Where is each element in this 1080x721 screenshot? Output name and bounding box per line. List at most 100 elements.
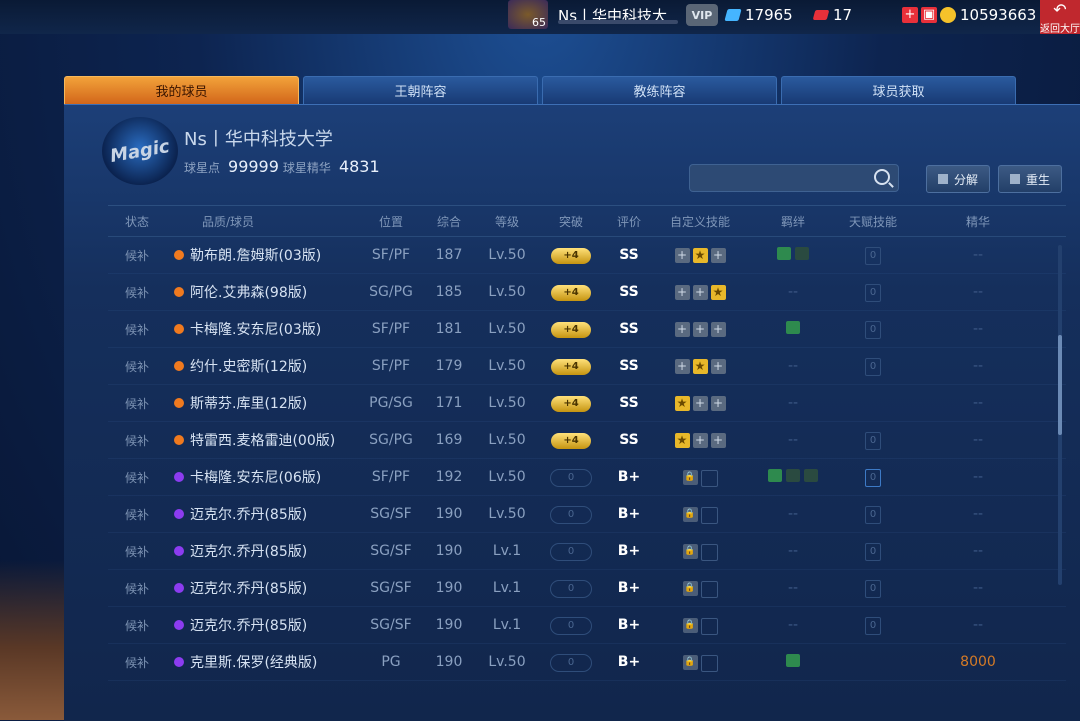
- col-talent[interactable]: 天赋技能: [838, 213, 908, 230]
- player-name[interactable]: 迈克尔.乔丹(85版): [190, 578, 307, 598]
- bond-icon[interactable]: [795, 246, 809, 260]
- player-name[interactable]: 克里斯.保罗(经典版): [190, 652, 317, 672]
- decompose-button[interactable]: 分解: [926, 165, 990, 193]
- add-skill-icon[interactable]: +: [692, 285, 708, 300]
- player-name[interactable]: 约什.史密斯(12版): [190, 356, 307, 376]
- add-skill-icon[interactable]: +: [692, 396, 708, 411]
- col-level[interactable]: 等级: [478, 213, 536, 230]
- table-row[interactable]: 候补 约什.史密斯(12版) SF/PF 179 Lv.50 +4 SS + ★ + -- 0 --: [108, 348, 1066, 385]
- table-row[interactable]: 候补 特雷西.麦格雷迪(00版) SG/PG 169 Lv.50 +4 SS ★ + + -- 0 --: [108, 422, 1066, 459]
- empty-skill-slot[interactable]: [700, 470, 718, 487]
- add-skill-icon[interactable]: +: [710, 396, 726, 411]
- table-row[interactable]: 候补 阿伦.艾弗森(98版) SG/PG 185 Lv.50 +4 SS + + ★ -- 0 --: [108, 274, 1066, 311]
- add-skill-icon[interactable]: +: [674, 359, 690, 374]
- empty-skill-slot[interactable]: [700, 581, 718, 598]
- player-cell[interactable]: 特雷西.麦格雷迪(00版): [166, 430, 362, 450]
- vip-badge[interactable]: VIP: [686, 4, 718, 26]
- add-skill-icon[interactable]: +: [710, 359, 726, 374]
- skill-star-icon[interactable]: ★: [674, 433, 690, 448]
- lock-icon[interactable]: 🔒: [682, 544, 698, 559]
- tab-my-players[interactable]: 我的球员: [64, 76, 299, 104]
- player-name[interactable]: 迈克尔.乔丹(85版): [190, 541, 307, 561]
- player-name[interactable]: 阿伦.艾弗森(98版): [190, 282, 307, 302]
- breakthrough-badge[interactable]: 0: [550, 542, 592, 561]
- player-cell[interactable]: 克里斯.保罗(经典版): [166, 652, 362, 672]
- col-breakthrough[interactable]: 突破: [536, 213, 606, 230]
- skill-star-icon[interactable]: ★: [674, 396, 690, 411]
- col-overall[interactable]: 综合: [420, 213, 478, 230]
- add-skill-icon[interactable]: +: [674, 248, 690, 263]
- breakthrough-badge[interactable]: +4: [551, 285, 591, 301]
- table-row[interactable]: 候补 克里斯.保罗(经典版) PG 190 Lv.50 0 B+ 🔒 8000: [108, 644, 1066, 681]
- player-name[interactable]: 迈克尔.乔丹(85版): [190, 615, 307, 635]
- breakthrough-badge[interactable]: +4: [551, 396, 591, 412]
- bond-icon[interactable]: [777, 246, 791, 260]
- back-to-lobby-button[interactable]: ↶ 返回大厅: [1040, 0, 1080, 35]
- avatar[interactable]: 65: [508, 0, 548, 29]
- empty-skill-slot[interactable]: [700, 507, 718, 524]
- talent-slot[interactable]: 0: [865, 579, 881, 598]
- talent-slot[interactable]: 0: [865, 468, 881, 487]
- talent-slot[interactable]: 0: [865, 431, 881, 450]
- player-name[interactable]: 特雷西.麦格雷迪(00版): [190, 430, 335, 450]
- add-skill-icon[interactable]: +: [692, 433, 708, 448]
- breakthrough-badge[interactable]: 0: [550, 653, 592, 672]
- add-skill-icon[interactable]: +: [692, 322, 708, 337]
- col-status[interactable]: 状态: [108, 213, 166, 230]
- search-input[interactable]: [689, 164, 899, 192]
- talent-slot[interactable]: 0: [865, 505, 881, 524]
- player-cell[interactable]: 迈克尔.乔丹(85版): [166, 615, 362, 635]
- breakthrough-badge[interactable]: +4: [551, 322, 591, 338]
- player-cell[interactable]: 迈克尔.乔丹(85版): [166, 578, 362, 598]
- talent-slot[interactable]: 0: [865, 542, 881, 561]
- coin-shop-icon[interactable]: ▣: [921, 7, 937, 23]
- col-essence[interactable]: 精华: [908, 213, 1048, 230]
- player-name[interactable]: 迈克尔.乔丹(85版): [190, 504, 307, 524]
- breakthrough-badge[interactable]: +4: [551, 359, 591, 375]
- talent-slot[interactable]: 0: [865, 357, 881, 376]
- rebirth-button[interactable]: 重生: [998, 165, 1062, 193]
- table-row[interactable]: 候补 卡梅隆.安东尼(06版) SF/PF 192 Lv.50 0 B+ 🔒 0 --: [108, 459, 1066, 496]
- add-skill-icon[interactable]: +: [674, 322, 690, 337]
- player-cell[interactable]: 迈克尔.乔丹(85版): [166, 541, 362, 561]
- player-cell[interactable]: 约什.史密斯(12版): [166, 356, 362, 376]
- talent-slot[interactable]: 0: [865, 283, 881, 302]
- breakthrough-badge[interactable]: 0: [550, 579, 592, 598]
- empty-skill-slot[interactable]: [700, 618, 718, 635]
- lock-icon[interactable]: 🔒: [682, 618, 698, 633]
- player-cell[interactable]: 迈克尔.乔丹(85版): [166, 504, 362, 524]
- breakthrough-badge[interactable]: 0: [550, 505, 592, 524]
- table-row[interactable]: 候补 斯蒂芬.库里(12版) PG/SG 171 Lv.50 +4 SS ★ + + -- --: [108, 385, 1066, 422]
- breakthrough-badge[interactable]: +4: [551, 248, 591, 264]
- skill-star-icon[interactable]: ★: [710, 285, 726, 300]
- player-name[interactable]: 卡梅隆.安东尼(06版): [190, 467, 321, 487]
- lock-icon[interactable]: 🔒: [682, 507, 698, 522]
- player-name[interactable]: 卡梅隆.安东尼(03版): [190, 319, 321, 339]
- scrollbar[interactable]: [1058, 245, 1062, 585]
- talent-slot[interactable]: 0: [865, 320, 881, 339]
- player-name[interactable]: 斯蒂芬.库里(12版): [190, 393, 307, 413]
- scrollbar-thumb[interactable]: [1058, 335, 1062, 435]
- table-row[interactable]: 候补 迈克尔.乔丹(85版) SG/SF 190 Lv.50 0 B+ 🔒 -- 0 --: [108, 496, 1066, 533]
- lock-icon[interactable]: 🔒: [682, 470, 698, 485]
- tab-coach-lineup[interactable]: 教练阵容: [542, 76, 777, 104]
- bond-icon[interactable]: [804, 468, 818, 482]
- table-row[interactable]: 候补 迈克尔.乔丹(85版) SG/SF 190 Lv.1 0 B+ 🔒 -- 0 --: [108, 607, 1066, 644]
- col-rating[interactable]: 评价: [606, 213, 652, 230]
- add-skill-icon[interactable]: +: [710, 322, 726, 337]
- add-skill-icon[interactable]: +: [710, 433, 726, 448]
- skill-star-icon[interactable]: ★: [692, 248, 708, 263]
- lock-icon[interactable]: 🔒: [682, 581, 698, 596]
- search-icon[interactable]: [874, 169, 890, 185]
- add-skill-icon[interactable]: +: [710, 248, 726, 263]
- breakthrough-badge[interactable]: 0: [550, 616, 592, 635]
- empty-skill-slot[interactable]: [700, 655, 718, 672]
- talent-slot[interactable]: 0: [865, 616, 881, 635]
- col-bonds[interactable]: 羁绊: [748, 213, 838, 230]
- add-skill-icon[interactable]: +: [674, 285, 690, 300]
- empty-skill-slot[interactable]: [700, 544, 718, 561]
- breakthrough-badge[interactable]: 0: [550, 468, 592, 487]
- bond-icon[interactable]: [768, 468, 782, 482]
- col-player[interactable]: 品质/球员: [166, 213, 362, 230]
- skill-star-icon[interactable]: ★: [692, 359, 708, 374]
